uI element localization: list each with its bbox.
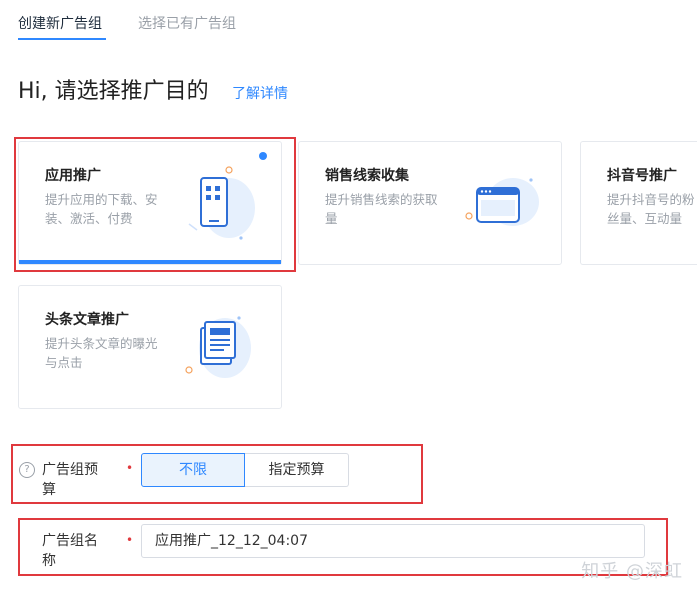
question-icon[interactable]: ?: [19, 462, 35, 478]
card-description: 提升头条文章的曝光与点击: [45, 336, 158, 370]
budget-option-unlimited[interactable]: 不限: [141, 453, 245, 487]
card-title: 头条文章推广: [45, 312, 129, 328]
active-tab-indicator: [18, 38, 106, 40]
tab-select-existing-ad-group[interactable]: 选择已有广告组: [138, 14, 236, 34]
tab-create-new-ad-group[interactable]: 创建新广告组: [18, 14, 102, 34]
card-title: 销售线索收集: [325, 168, 409, 184]
card-title: 抖音号推广: [607, 168, 677, 184]
required-mark: •: [126, 461, 134, 475]
learn-more-link[interactable]: 了解详情: [232, 84, 288, 104]
ad-group-name-label: 广告组名称: [42, 533, 98, 569]
required-mark: •: [126, 533, 134, 547]
budget-option-specified[interactable]: 指定预算: [245, 453, 349, 487]
card-description: 提升抖音号的粉丝量、互动量: [607, 192, 695, 226]
card-toutiao-article[interactable]: 头条文章推广 提升头条文章的曝光与点击: [18, 285, 282, 409]
browser-window-icon: [465, 178, 539, 226]
page-title: Hi, 请选择推广目的: [18, 79, 209, 104]
card-douyin-account[interactable]: 抖音号推广 提升抖音号的粉丝量、互动量: [580, 141, 697, 265]
budget-label: 广告组预算: [42, 462, 98, 498]
ad-group-name-input[interactable]: 应用推广_12_12_04:07: [141, 524, 645, 558]
highlight-box-app-promotion: [14, 137, 296, 272]
card-sales-leads[interactable]: 销售线索收集 提升销售线索的获取量: [298, 141, 562, 265]
document-icon: [185, 316, 251, 378]
card-description: 提升销售线索的获取量: [325, 192, 438, 226]
watermark: 知乎 @深虹: [581, 561, 683, 582]
